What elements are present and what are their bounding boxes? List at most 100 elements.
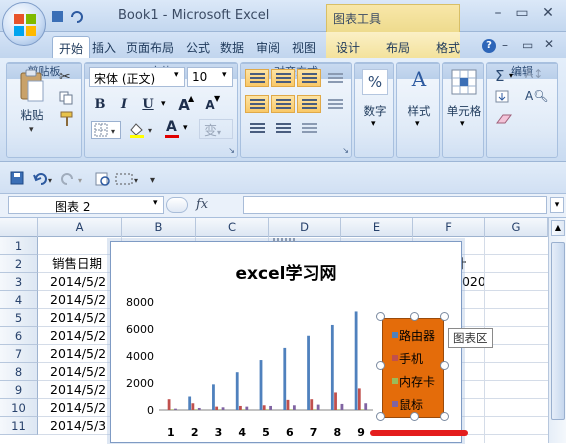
- font-size-dropdown-icon[interactable]: ▾: [222, 70, 227, 80]
- styles-button-label[interactable]: 样式: [397, 103, 441, 119]
- font-name-dropdown-icon[interactable]: ▾: [174, 70, 179, 80]
- column-header-e[interactable]: E: [341, 218, 413, 237]
- tab-view[interactable]: 视图: [286, 36, 322, 58]
- column-header-b[interactable]: B: [122, 218, 196, 237]
- legend-item[interactable]: 鼠标: [392, 396, 423, 413]
- legend-handle[interactable]: [376, 312, 385, 321]
- formula-bar-splitter[interactable]: [166, 197, 188, 213]
- orientation-button[interactable]: [323, 69, 347, 87]
- row-header-1[interactable]: 1: [0, 237, 38, 255]
- legend-handle[interactable]: [410, 312, 419, 321]
- sort-filter-icon[interactable]: A↕: [525, 67, 543, 81]
- legend-item[interactable]: 内存卡: [392, 373, 435, 390]
- underline-button[interactable]: U: [137, 95, 159, 115]
- scroll-thumb[interactable]: [551, 242, 565, 420]
- borders-button[interactable]: ▾: [91, 121, 121, 139]
- tab-formulas[interactable]: 公式: [180, 36, 216, 58]
- ribbon-minimize-icon[interactable]: –: [502, 38, 508, 52]
- name-box[interactable]: 图表 2: [8, 196, 164, 214]
- tab-format[interactable]: 格式: [430, 36, 466, 58]
- tab-design[interactable]: 设计: [330, 36, 366, 58]
- row-header-7[interactable]: 7: [0, 345, 38, 363]
- alignment-dialog-launcher-icon[interactable]: ↘: [342, 146, 349, 155]
- number-dropdown-icon[interactable]: ▾: [371, 119, 376, 129]
- tab-data[interactable]: 数据: [214, 36, 250, 58]
- row-header-2[interactable]: 2: [0, 255, 38, 273]
- column-header-d[interactable]: D: [269, 218, 341, 237]
- autosum-dropdown-icon[interactable]: ▾: [509, 71, 513, 80]
- number-format-icon[interactable]: %: [362, 69, 388, 95]
- row-header-3[interactable]: 3: [0, 273, 38, 291]
- align-middle-button[interactable]: [271, 69, 295, 87]
- number-button-label[interactable]: 数字: [355, 103, 395, 119]
- close-icon[interactable]: ✕: [538, 4, 558, 22]
- column-header-g[interactable]: G: [485, 218, 548, 237]
- vertical-scrollbar[interactable]: ▲: [548, 218, 566, 443]
- help-icon[interactable]: ?: [482, 39, 496, 53]
- ribbon-restore-icon[interactable]: ▭: [522, 38, 533, 52]
- chart-area[interactable]: excel学习网 0 2000 4000 6000 8000 1 2 3 4 5 6 7 8 9 路由器手…: [110, 238, 462, 443]
- fill-color-button[interactable]: ▾: [127, 121, 159, 139]
- legend-handle[interactable]: [376, 361, 385, 370]
- wrap-text-button[interactable]: [323, 95, 347, 113]
- row-header-10[interactable]: 10: [0, 399, 38, 417]
- autosum-icon[interactable]: Σ: [495, 67, 504, 85]
- legend-handle[interactable]: [376, 412, 385, 421]
- column-header-c[interactable]: C: [196, 218, 269, 237]
- underline-dropdown-icon[interactable]: ▾: [161, 99, 166, 109]
- paste-dropdown-icon[interactable]: ▾: [29, 125, 34, 135]
- column-header-a[interactable]: A: [38, 218, 122, 237]
- select-all-corner[interactable]: [0, 218, 38, 237]
- chart-legend[interactable]: 路由器 手机 内存卡 鼠标: [382, 318, 444, 418]
- cells-dropdown-icon[interactable]: ▾: [460, 119, 465, 129]
- align-center-button[interactable]: [271, 95, 295, 113]
- font-color-dropdown-icon[interactable]: ▾: [183, 123, 188, 133]
- bold-button[interactable]: B: [89, 95, 111, 115]
- merge-center-button[interactable]: [297, 119, 321, 137]
- fill-icon[interactable]: [495, 90, 511, 104]
- name-box-dropdown-icon[interactable]: ▾: [153, 198, 158, 208]
- styles-icon[interactable]: A: [406, 67, 432, 95]
- phonetic-button[interactable]: 变▾: [199, 119, 233, 139]
- align-bottom-button[interactable]: [297, 69, 321, 87]
- workbook-close-icon[interactable]: ✕: [544, 37, 554, 51]
- legend-handle[interactable]: [440, 312, 449, 321]
- styles-dropdown-icon[interactable]: ▾: [415, 119, 420, 129]
- copy-icon[interactable]: [59, 91, 73, 105]
- row-header-6[interactable]: 6: [0, 327, 38, 345]
- font-color-button[interactable]: A ▾: [163, 119, 195, 139]
- office-button[interactable]: [2, 2, 46, 46]
- font-name-box[interactable]: 宋体 (正文): [89, 67, 185, 87]
- insert-function-button[interactable]: fx: [196, 197, 208, 212]
- chart-top-grip[interactable]: [273, 238, 297, 242]
- legend-handle[interactable]: [440, 361, 449, 370]
- legend-handle[interactable]: [410, 412, 419, 421]
- row-header-5[interactable]: 5: [0, 309, 38, 327]
- expand-formula-bar-icon[interactable]: ▾: [550, 197, 564, 213]
- decrease-indent-button[interactable]: [245, 119, 269, 137]
- align-right-button[interactable]: [297, 95, 321, 113]
- align-top-button[interactable]: [245, 69, 269, 87]
- column-header-f[interactable]: F: [413, 218, 485, 237]
- cells-button-label[interactable]: 单元格: [439, 103, 489, 119]
- formula-input[interactable]: [243, 196, 547, 214]
- font-dialog-launcher-icon[interactable]: ↘: [228, 146, 235, 155]
- row-header-8[interactable]: 8: [0, 363, 38, 381]
- row-header-4[interactable]: 4: [0, 291, 38, 309]
- paste-button[interactable]: [19, 69, 45, 103]
- row-header-9[interactable]: 9: [0, 381, 38, 399]
- tab-review[interactable]: 审阅: [250, 36, 286, 58]
- scroll-up-icon[interactable]: ▲: [551, 220, 565, 236]
- align-left-button[interactable]: [245, 95, 269, 113]
- format-painter-icon[interactable]: [59, 111, 75, 127]
- legend-item[interactable]: 路由器: [392, 327, 435, 344]
- tab-insert[interactable]: 插入: [86, 36, 122, 58]
- legend-handle[interactable]: [440, 412, 449, 421]
- clear-icon[interactable]: [495, 113, 513, 125]
- maximize-icon[interactable]: ▭: [512, 4, 532, 22]
- find-select-icon[interactable]: A🔍︎: [525, 89, 548, 103]
- row-header-11[interactable]: 11: [0, 417, 38, 435]
- cells-icon[interactable]: [451, 69, 477, 95]
- tab-page-layout[interactable]: 页面布局: [120, 36, 180, 58]
- tab-home[interactable]: 开始: [52, 36, 91, 58]
